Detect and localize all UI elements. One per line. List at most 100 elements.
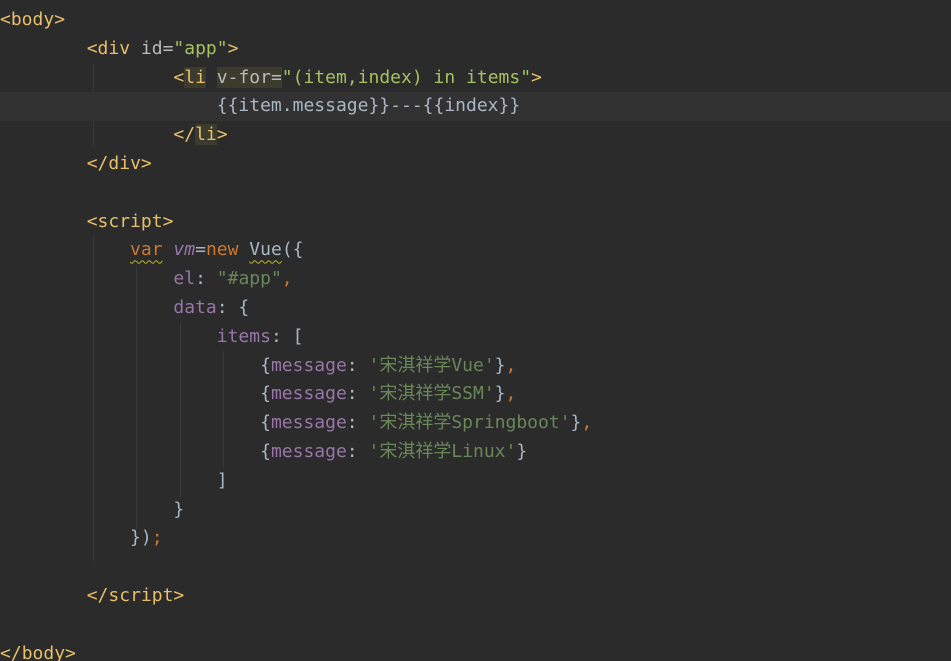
code-token: "(item,index) in items": [281, 66, 532, 88]
code-line[interactable]: }: [0, 496, 951, 525]
code-line[interactable]: {message: '宋淇祥学Linux'}: [0, 438, 951, 467]
code-token: vm: [173, 239, 196, 261]
code-line[interactable]: {message: '宋淇祥学SSM'},: [0, 380, 951, 409]
code-token: "#app": [216, 268, 282, 290]
code-token: </: [86, 585, 109, 606]
code-token: }: [494, 354, 506, 376]
code-line[interactable]: [0, 553, 951, 582]
code-token: message: [270, 412, 347, 434]
code-token: <: [86, 210, 98, 232]
code-line[interactable]: </body>: [0, 640, 951, 661]
code-line[interactable]: </li>: [0, 121, 951, 150]
code-token: div: [97, 37, 131, 59]
code-line[interactable]: {{item.message}}---{{index}}: [0, 92, 951, 122]
code-token: id=: [130, 37, 174, 59]
code-token: }): [130, 527, 152, 549]
code-token: }: [494, 383, 506, 405]
code-token: body: [21, 642, 66, 661]
code-line[interactable]: [0, 179, 951, 208]
code-token: message: [270, 441, 347, 462]
code-token: '宋淇祥学SSM': [368, 383, 495, 405]
code-line[interactable]: items: [: [0, 323, 951, 352]
code-token: script: [108, 585, 174, 606]
code-token: var: [130, 239, 163, 261]
code-token: '宋淇祥学Linux': [368, 441, 517, 462]
code-line[interactable]: data: {: [0, 294, 951, 323]
code-token: >: [65, 642, 76, 661]
code-token: >: [54, 9, 66, 30]
code-token: {: [260, 354, 271, 376]
code-token: :: [346, 441, 369, 462]
code-token: div: [108, 153, 141, 174]
code-token: li: [184, 66, 206, 88]
code-token: "app": [173, 37, 228, 59]
code-token: :: [346, 354, 369, 376]
code-line[interactable]: <script>: [0, 208, 951, 237]
code-token: message: [270, 354, 347, 376]
code-line[interactable]: {message: '宋淇祥学Vue'},: [0, 352, 951, 381]
code-token: }: [173, 498, 185, 520]
code-token: ]: [216, 469, 228, 491]
code-line[interactable]: el: "#app",: [0, 265, 951, 294]
code-token: script: [97, 210, 163, 232]
code-editor[interactable]: <body> <div id="app"> <li v-for="(item,i…: [0, 0, 951, 661]
code-token: ,: [281, 268, 293, 290]
code-line[interactable]: {message: '宋淇祥学Springboot'},: [0, 409, 951, 438]
code-token: :: [346, 383, 369, 405]
code-token: Vue: [249, 239, 282, 261]
code-line[interactable]: </div>: [0, 150, 951, 179]
code-token: =: [195, 239, 206, 261]
code-line[interactable]: [0, 611, 951, 640]
code-token: :: [195, 268, 217, 290]
code-line[interactable]: </script>: [0, 582, 951, 611]
code-line[interactable]: <body>: [0, 6, 951, 35]
code-token: <: [0, 9, 11, 30]
code-token: message: [270, 383, 347, 405]
code-token: >: [531, 66, 542, 88]
code-line[interactable]: ]: [0, 467, 951, 496]
code-token: >: [162, 210, 174, 232]
code-token: {: [260, 412, 271, 434]
code-token: {: [260, 383, 271, 405]
code-token: <: [173, 66, 185, 88]
code-token: body: [10, 9, 55, 30]
code-token: </: [86, 153, 109, 174]
code-line[interactable]: <li v-for="(item,index) in items">: [0, 64, 951, 93]
code-line[interactable]: <div id="app">: [0, 35, 951, 64]
code-token: new: [205, 239, 239, 261]
code-token: data: [173, 297, 217, 318]
code-line[interactable]: });: [0, 524, 951, 553]
code-token: >: [173, 585, 185, 606]
code-token: </: [0, 642, 22, 661]
code-line[interactable]: var vm=new Vue({: [0, 236, 951, 265]
code-token: }: [516, 441, 528, 462]
code-token: {: [260, 441, 271, 462]
code-token: '宋淇祥学Vue': [368, 354, 495, 376]
code-token: ,: [505, 354, 517, 376]
code-token: : {: [216, 297, 250, 318]
code-token: <: [86, 37, 98, 59]
code-token: el: [173, 268, 196, 290]
code-token: ;: [151, 527, 163, 549]
code-token: li: [195, 124, 217, 146]
code-token: >: [140, 153, 152, 174]
